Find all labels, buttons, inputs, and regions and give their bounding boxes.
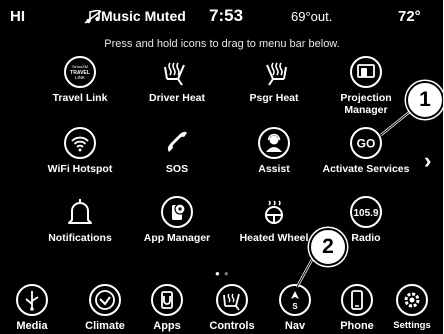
infotainment-screen: HI Music Muted 7:53 69°out. 72° Press an… — [0, 0, 444, 334]
callout-marker-1: 1 — [406, 81, 444, 119]
callout-lines — [295, 109, 413, 288]
callout-marker-2: 2 — [309, 228, 347, 266]
